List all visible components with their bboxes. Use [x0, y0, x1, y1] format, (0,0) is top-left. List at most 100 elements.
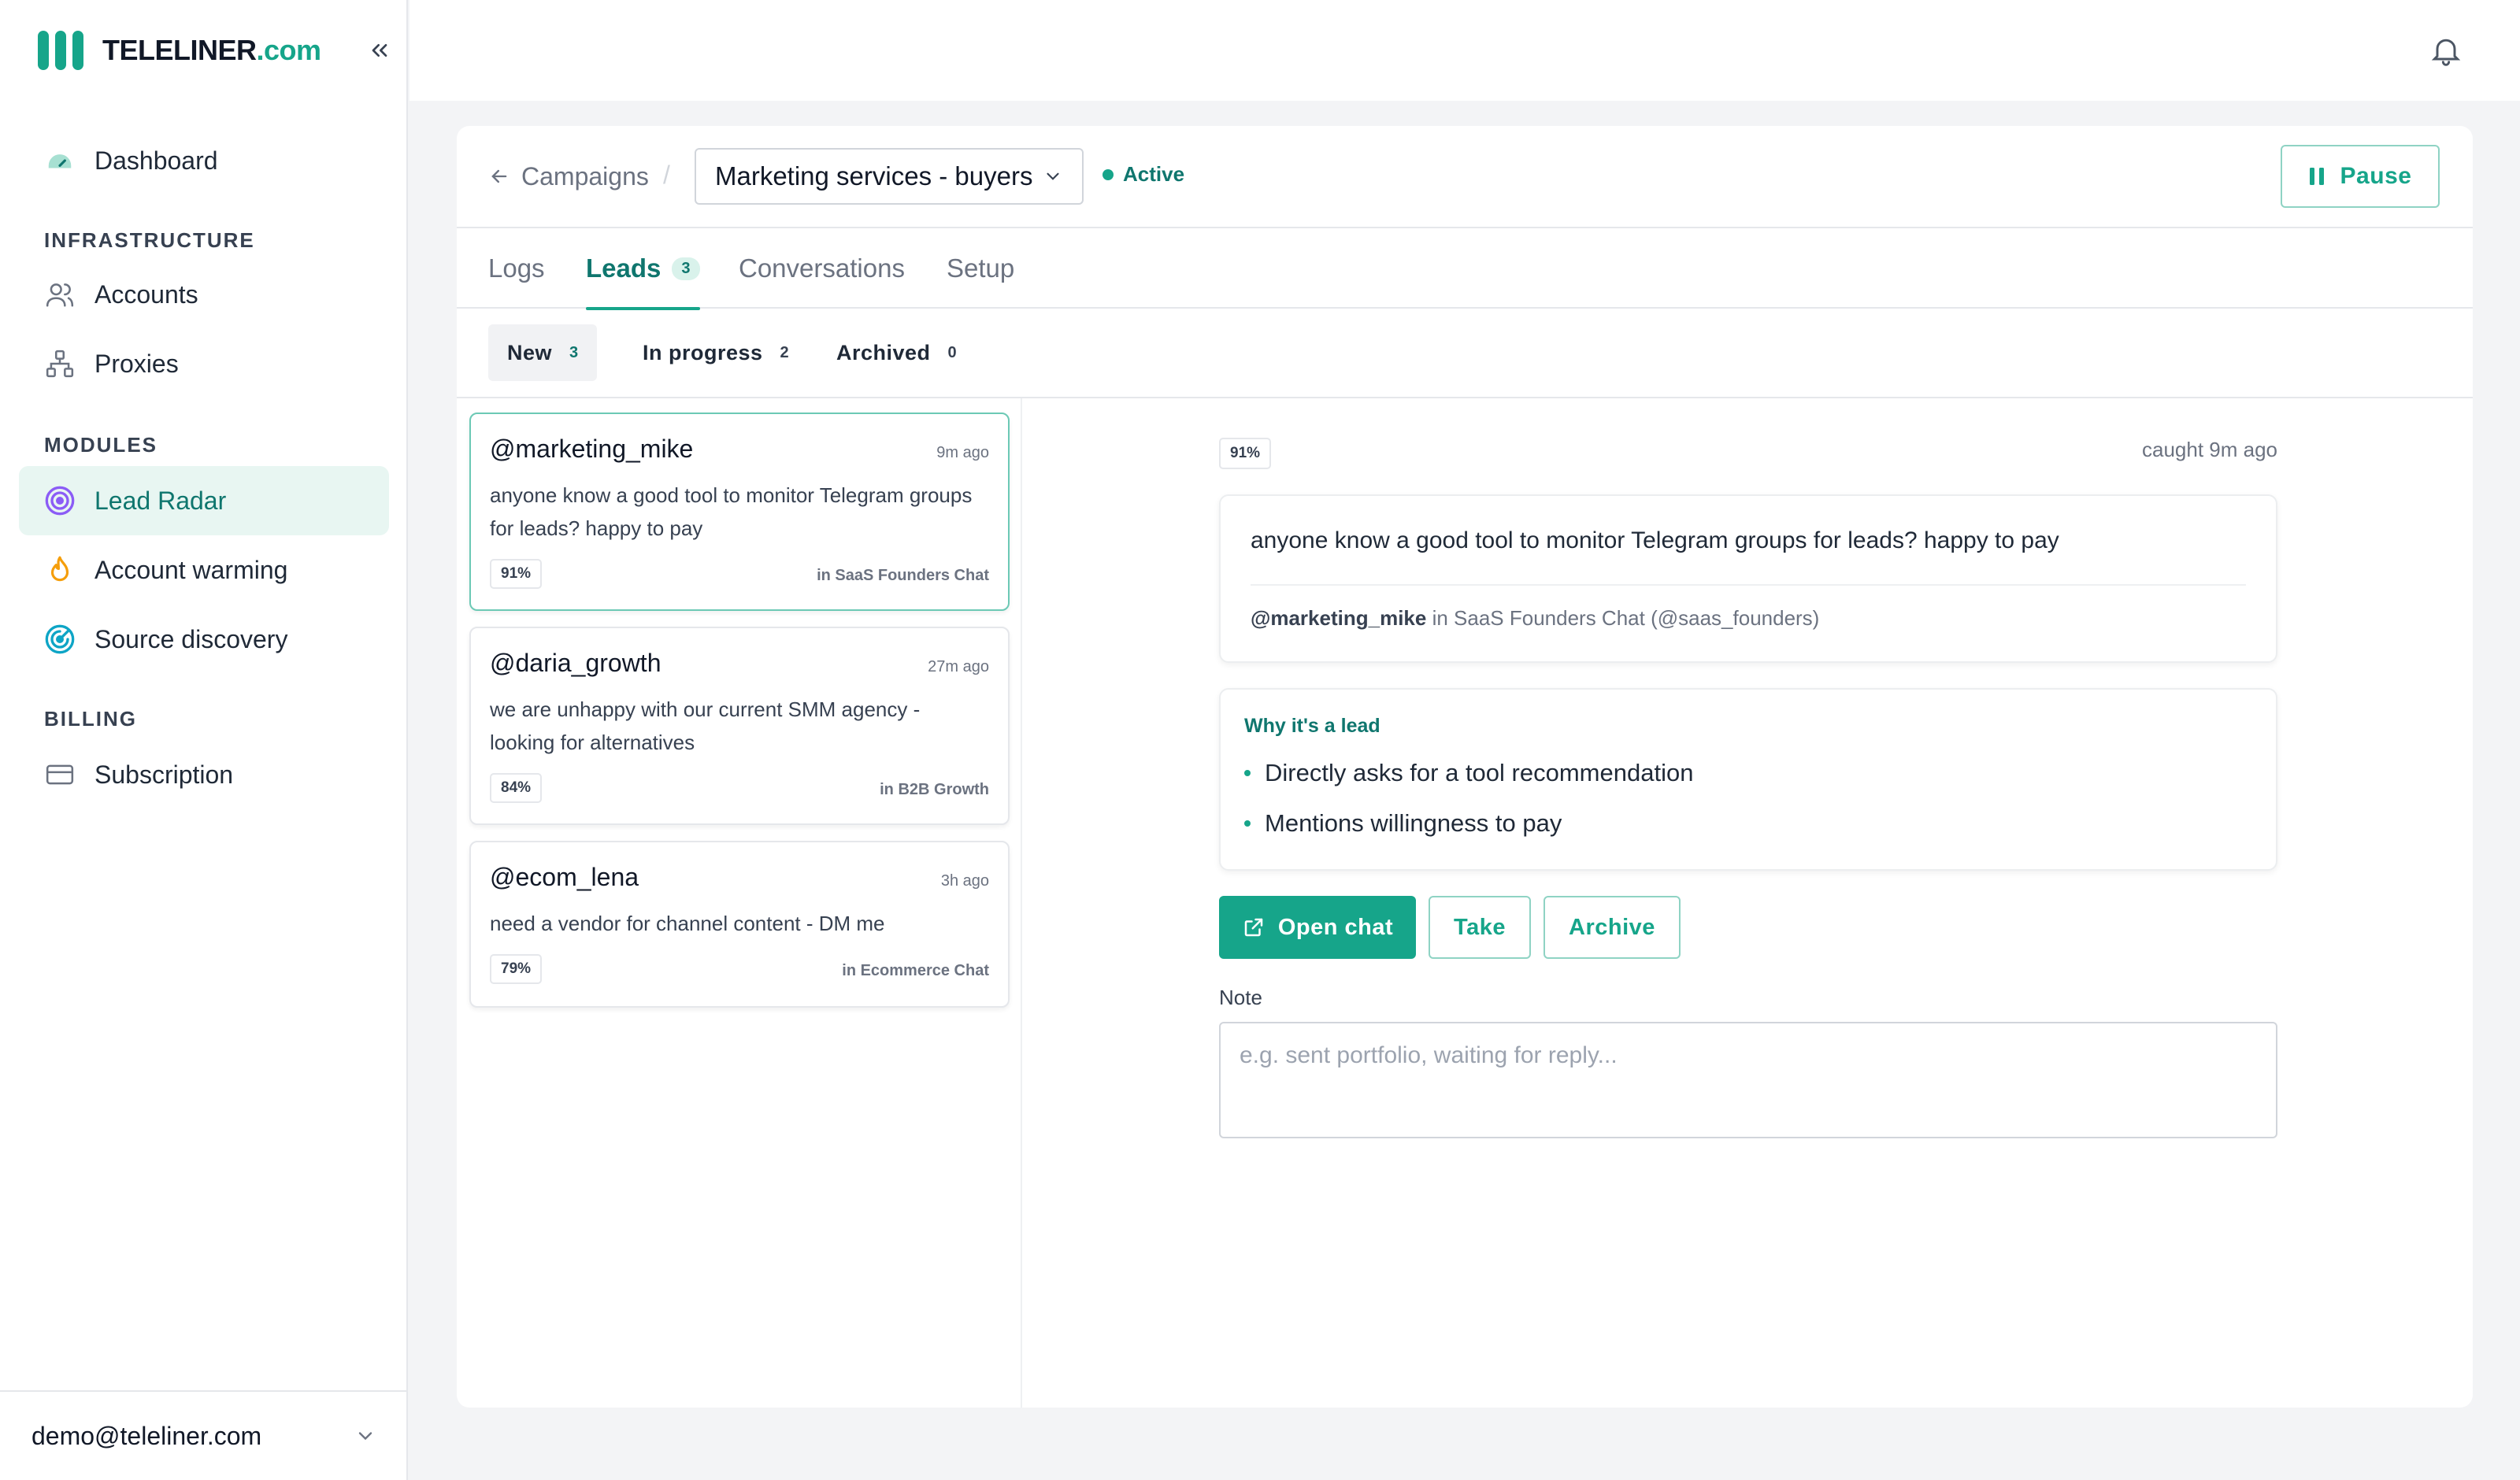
network-icon — [44, 348, 76, 379]
sidebar-item-lead-radar[interactable]: Lead Radar — [19, 466, 389, 535]
user-menu[interactable]: demo@teleliner.com — [0, 1390, 408, 1480]
sidebar-item-label: Proxies — [94, 349, 179, 378]
filter-archived[interactable]: Archived 0 — [817, 324, 976, 381]
sidebar-item-accounts[interactable]: Accounts — [19, 260, 389, 329]
section-title-billing: BILLING — [44, 707, 137, 731]
sidebar-item-label: Lead Radar — [94, 486, 227, 515]
back-label: Campaigns — [521, 161, 649, 191]
tab-label: Conversations — [739, 253, 905, 283]
bullet-icon — [1244, 770, 1251, 776]
sidebar-item-proxies[interactable]: Proxies — [19, 329, 389, 398]
filter-label: Archived — [836, 340, 931, 364]
detail-message: anyone know a good tool to monitor Teleg… — [1251, 527, 2059, 553]
back-to-campaigns-link[interactable]: Campaigns — [488, 157, 649, 195]
chevrons-left-icon — [372, 43, 387, 57]
filter-in-progress[interactable]: In progress 2 — [624, 324, 808, 381]
detail-author-line: @marketing_mike in SaaS Founders Chat (@… — [1251, 606, 1819, 631]
lead-source: in SaaS Founders Chat — [817, 567, 989, 584]
lead-card[interactable]: @marketing_mike 9m ago anyone know a goo… — [469, 413, 1010, 611]
tabs: Logs Leads 3 Conversations Setup — [457, 228, 2473, 310]
divider — [1251, 584, 2246, 586]
tab-leads[interactable]: Leads 3 — [586, 228, 700, 310]
pause-button[interactable]: Pause — [2281, 145, 2440, 208]
archive-button[interactable]: Archive — [1544, 896, 1681, 959]
tab-logs[interactable]: Logs — [488, 228, 545, 309]
campaign-select-value: Marketing services - buyers — [715, 161, 1033, 191]
section-title-infrastructure: INFRASTRUCTURE — [44, 228, 255, 252]
reason-item: Mentions willingness to pay — [1244, 809, 1562, 838]
lead-card[interactable]: @ecom_lena 3h ago need a vendor for chan… — [469, 841, 1010, 1008]
logo-text: TELELINER.com — [102, 34, 321, 67]
logo-icon — [38, 31, 83, 70]
note-input[interactable] — [1219, 1022, 2277, 1138]
filter-label: New — [507, 340, 553, 364]
filter-new[interactable]: New 3 — [488, 324, 598, 381]
external-link-icon — [1244, 918, 1263, 937]
lead-time: 9m ago — [936, 444, 989, 461]
lead-handle: @ecom_lena — [490, 863, 639, 891]
detail-score-badge: 91% — [1219, 438, 1272, 469]
detail-author[interactable]: @marketing_mike — [1251, 606, 1426, 630]
credit-card-icon — [44, 759, 76, 790]
tab-label: Leads — [586, 253, 662, 283]
lead-message: need a vendor for channel content - DM m… — [490, 912, 885, 935]
collapse-sidebar-button[interactable] — [364, 35, 395, 66]
sidebar-item-label: Subscription — [94, 760, 234, 789]
campaign-select[interactable]: Marketing services - buyers — [695, 148, 1084, 205]
open-chat-label: Open chat — [1277, 914, 1394, 940]
tab-count-badge: 3 — [672, 257, 700, 280]
chevron-down-icon — [1047, 172, 1059, 180]
filter-count: 0 — [947, 343, 957, 361]
arrow-left-icon — [491, 169, 507, 183]
filter-count: 2 — [780, 343, 789, 361]
lead-status-filters: New 3 In progress 2 Archived 0 — [457, 309, 2473, 398]
target-icon — [44, 485, 76, 516]
sidebar-item-label: Account warming — [94, 555, 288, 584]
lead-message: anyone know a good tool to monitor Teleg… — [490, 483, 973, 540]
sidebar-item-dashboard[interactable]: Dashboard — [19, 126, 389, 195]
tab-label: Logs — [488, 253, 545, 283]
radar-icon — [44, 623, 76, 655]
reason-text: Mentions willingness to pay — [1265, 809, 1562, 837]
sidebar-item-label: Accounts — [94, 279, 198, 309]
sidebar: TELELINER.com Dashboard INFRASTRUCTURE A… — [0, 0, 408, 1480]
status-text: Active — [1123, 162, 1185, 186]
sidebar-item-label: Source discovery — [94, 624, 288, 653]
users-icon — [44, 279, 76, 310]
sidebar-item-source-discovery[interactable]: Source discovery — [19, 605, 389, 674]
logo-suffix: .com — [256, 34, 322, 66]
lead-time: 27m ago — [928, 658, 989, 675]
take-button[interactable]: Take — [1429, 896, 1531, 959]
sidebar-item-account-warming[interactable]: Account warming — [19, 535, 389, 605]
gauge-icon — [44, 145, 76, 176]
lead-score-badge: 91% — [490, 559, 543, 589]
sidebar-item-subscription[interactable]: Subscription — [19, 740, 389, 809]
tab-label: Setup — [947, 253, 1015, 283]
flame-icon — [44, 554, 76, 586]
filter-label: In progress — [643, 340, 763, 364]
open-chat-button[interactable]: Open chat — [1219, 896, 1416, 959]
sidebar-item-label: Dashboard — [94, 146, 218, 175]
lead-card[interactable]: @daria_growth 27m ago we are unhappy wit… — [469, 627, 1010, 825]
why-lead-box: Why it's a lead Directly asks for a tool… — [1219, 688, 2277, 871]
logo[interactable]: TELELINER.com — [38, 30, 321, 71]
caught-time: caught 9m ago — [2141, 438, 2277, 461]
lead-score-badge: 84% — [490, 773, 543, 803]
notifications-button[interactable] — [2429, 33, 2463, 68]
lead-source: in Ecommerce Chat — [842, 962, 989, 979]
status-dot — [1102, 168, 1114, 180]
lead-handle: @daria_growth — [490, 649, 662, 677]
reason-item: Directly asks for a tool recommendation — [1244, 759, 1693, 787]
tab-conversations[interactable]: Conversations — [739, 228, 905, 309]
filter-count: 3 — [569, 343, 579, 361]
bullet-icon — [1244, 820, 1251, 827]
archive-label: Archive — [1569, 914, 1655, 940]
detail-context: in SaaS Founders Chat (@saas_founders) — [1432, 606, 1820, 630]
tab-setup[interactable]: Setup — [947, 228, 1014, 309]
section-title-modules: MODULES — [44, 433, 158, 457]
chevron-down-icon — [358, 1432, 372, 1441]
reason-text: Directly asks for a tool recommendation — [1265, 759, 1694, 786]
take-label: Take — [1454, 914, 1506, 940]
lead-time: 3h ago — [940, 872, 989, 890]
campaign-header: Campaigns / Marketing services - buyers … — [457, 126, 2473, 228]
